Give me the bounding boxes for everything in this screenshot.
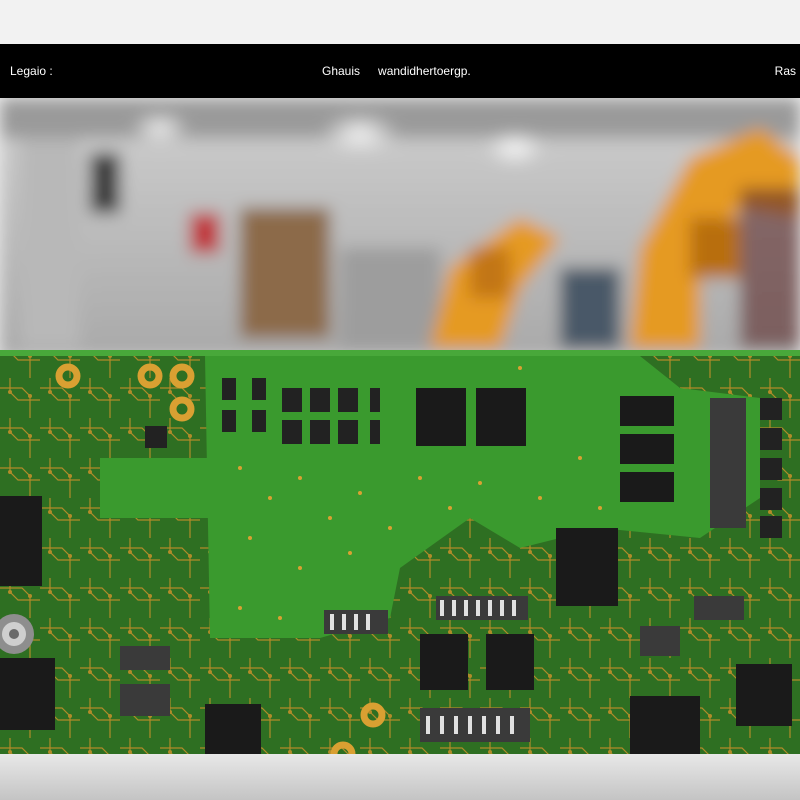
bottom-strip [0,754,800,800]
factory-background [0,98,800,358]
nav-item-center-right[interactable]: wandidhertoergp. [378,64,471,78]
circuit-board [0,350,800,754]
page: Legaio : Ghauis wandidhertoergp. Ras [0,0,800,800]
hero-illustration [0,98,800,754]
hero-image [0,98,800,754]
nav-center-group: Ghauis wandidhertoergp. [322,64,471,78]
nav-item-center-left[interactable]: Ghauis [322,64,360,78]
nav-item-right[interactable]: Ras [775,64,796,78]
nav-item-left[interactable]: Legaio : [10,64,53,78]
top-navigation-bar: Legaio : Ghauis wandidhertoergp. Ras [0,44,800,98]
